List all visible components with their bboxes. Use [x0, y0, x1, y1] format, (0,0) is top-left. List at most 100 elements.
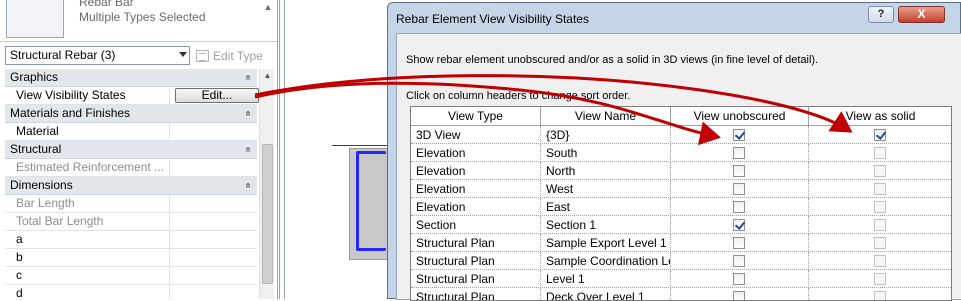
- view-as-solid-checkbox[interactable]: [874, 255, 886, 267]
- type-name: Rebar Bar: [79, 0, 134, 9]
- type-selector[interactable]: Rebar Bar Multiple Types Selected ▲: [0, 0, 277, 42]
- table-row[interactable]: 3D View {3D}: [411, 126, 951, 144]
- property-value[interactable]: [171, 285, 257, 299]
- table-row[interactable]: Structural Plan Level 1: [411, 270, 951, 288]
- unobscured-cell: [671, 198, 809, 216]
- view-as-solid-checkbox[interactable]: [874, 219, 886, 231]
- column-header[interactable]: View Type: [411, 107, 541, 126]
- view-as-solid-checkbox[interactable]: [874, 165, 886, 177]
- view-divider: [284, 0, 285, 299]
- view-unobscured-checkbox[interactable]: [733, 129, 745, 141]
- property-value[interactable]: [171, 249, 257, 266]
- view-type-cell: Structural Plan: [411, 234, 541, 252]
- view-unobscured-checkbox[interactable]: [733, 183, 745, 195]
- collapse-icon[interactable]: «: [240, 111, 257, 117]
- view-as-solid-checkbox[interactable]: [874, 129, 886, 141]
- property-row[interactable]: View Visibility States Edit...: [5, 87, 259, 105]
- solid-cell: [809, 270, 951, 288]
- property-value[interactable]: [171, 231, 257, 248]
- view-unobscured-checkbox[interactable]: [733, 237, 745, 249]
- edit-type-button[interactable]: Edit Type: [196, 48, 263, 64]
- property-row[interactable]: b: [5, 249, 257, 267]
- property-value[interactable]: [171, 213, 257, 230]
- scrollbar-thumb[interactable]: [262, 144, 273, 284]
- view-unobscured-checkbox[interactable]: [733, 147, 745, 159]
- property-value[interactable]: Edit...: [171, 87, 259, 104]
- view-type-cell: 3D View: [411, 126, 541, 144]
- instance-filter-dropdown[interactable]: Structural Rebar (3): [5, 46, 190, 65]
- column-header[interactable]: View Name: [541, 107, 671, 126]
- collapse-icon[interactable]: «: [240, 75, 257, 81]
- view-unobscured-checkbox[interactable]: [733, 219, 745, 231]
- column-header[interactable]: View as solid: [809, 107, 951, 126]
- table-header: View Type View Name View unobscured View as…: [411, 107, 951, 126]
- view-type-cell: Elevation: [411, 162, 541, 180]
- property-row[interactable]: d: [5, 285, 257, 299]
- help-button[interactable]: ?: [868, 6, 894, 23]
- table-row[interactable]: Structural Plan Deck Over Level 1: [411, 288, 951, 300]
- view-type-cell: Elevation: [411, 144, 541, 162]
- table-row[interactable]: Structural Plan Sample Export Level 1 (: [411, 234, 951, 252]
- table-row[interactable]: Elevation North: [411, 162, 951, 180]
- view-type-cell: Structural Plan: [411, 252, 541, 270]
- column-header[interactable]: View unobscured: [671, 107, 809, 126]
- dialog-body: Show rebar element unobscured and/or as …: [396, 33, 961, 301]
- view-as-solid-checkbox[interactable]: [874, 147, 886, 159]
- view-unobscured-checkbox[interactable]: [733, 165, 745, 177]
- property-name: c: [5, 267, 170, 284]
- view-unobscured-checkbox[interactable]: [733, 291, 745, 300]
- table-row[interactable]: Structural Plan Sample Coordination Le: [411, 252, 951, 270]
- solid-cell: [809, 126, 951, 144]
- group-header[interactable]: Structural «: [5, 141, 257, 159]
- collapse-icon[interactable]: «: [240, 183, 257, 189]
- view-as-solid-checkbox[interactable]: [874, 291, 886, 300]
- property-row[interactable]: Total Bar Length: [5, 213, 257, 231]
- property-value[interactable]: [171, 123, 257, 140]
- table-row[interactable]: Elevation South: [411, 144, 951, 162]
- view-as-solid-checkbox[interactable]: [874, 201, 886, 213]
- rebar-stirrup[interactable]: [356, 151, 386, 251]
- property-row[interactable]: a: [5, 231, 257, 249]
- type-subtitle: Multiple Types Selected: [79, 10, 206, 24]
- table-row[interactable]: Elevation West: [411, 180, 951, 198]
- view-unobscured-checkbox[interactable]: [733, 201, 745, 213]
- reference-line: [332, 145, 392, 146]
- close-button[interactable]: X: [898, 6, 945, 23]
- unobscured-cell: [671, 216, 809, 234]
- solid-cell: [809, 180, 951, 198]
- group-header[interactable]: Materials and Finishes «: [5, 105, 257, 123]
- filter-label: Structural Rebar (3): [10, 48, 116, 62]
- properties-palette: Rebar Bar Multiple Types Selected ▲ Stru…: [0, 0, 278, 299]
- dialog-titlebar[interactable]: Rebar Element View Visibility States ? X: [388, 3, 961, 33]
- group-label: Graphics: [10, 70, 59, 84]
- edit-visibility-button[interactable]: Edit...: [175, 88, 259, 103]
- view-unobscured-checkbox[interactable]: [733, 273, 745, 285]
- view-name-cell: Section 1: [541, 216, 671, 234]
- collapse-icon[interactable]: «: [240, 147, 257, 153]
- view-name-cell: East: [541, 198, 671, 216]
- table-row[interactable]: Elevation East: [411, 198, 951, 216]
- properties-scrollbar[interactable]: ▲: [259, 69, 274, 299]
- view-as-solid-checkbox[interactable]: [874, 183, 886, 195]
- table-row[interactable]: Section Section 1: [411, 216, 951, 234]
- group-header[interactable]: Dimensions «: [5, 177, 257, 195]
- property-row[interactable]: c: [5, 267, 257, 285]
- property-value[interactable]: [171, 267, 257, 284]
- solid-cell: [809, 252, 951, 270]
- group-header[interactable]: Graphics «: [5, 69, 257, 87]
- property-row[interactable]: Bar Length: [5, 195, 257, 213]
- view-unobscured-checkbox[interactable]: [733, 255, 745, 267]
- property-row[interactable]: Material: [5, 123, 257, 141]
- view-as-solid-checkbox[interactable]: [874, 273, 886, 285]
- property-value[interactable]: [171, 195, 257, 212]
- property-value[interactable]: [171, 159, 257, 176]
- visibility-states-dialog: Rebar Element View Visibility States ? X…: [387, 2, 961, 301]
- scroll-up-icon[interactable]: ▲: [260, 69, 275, 83]
- unobscured-cell: [671, 162, 809, 180]
- solid-cell: [809, 216, 951, 234]
- scroll-up-icon[interactable]: ▲: [262, 2, 274, 16]
- property-row[interactable]: Estimated Reinforcement ...: [5, 159, 257, 177]
- unobscured-cell: [671, 126, 809, 144]
- view-as-solid-checkbox[interactable]: [874, 237, 886, 249]
- properties-grid: Graphics « View Visibility States Edit... Ma…: [5, 69, 259, 299]
